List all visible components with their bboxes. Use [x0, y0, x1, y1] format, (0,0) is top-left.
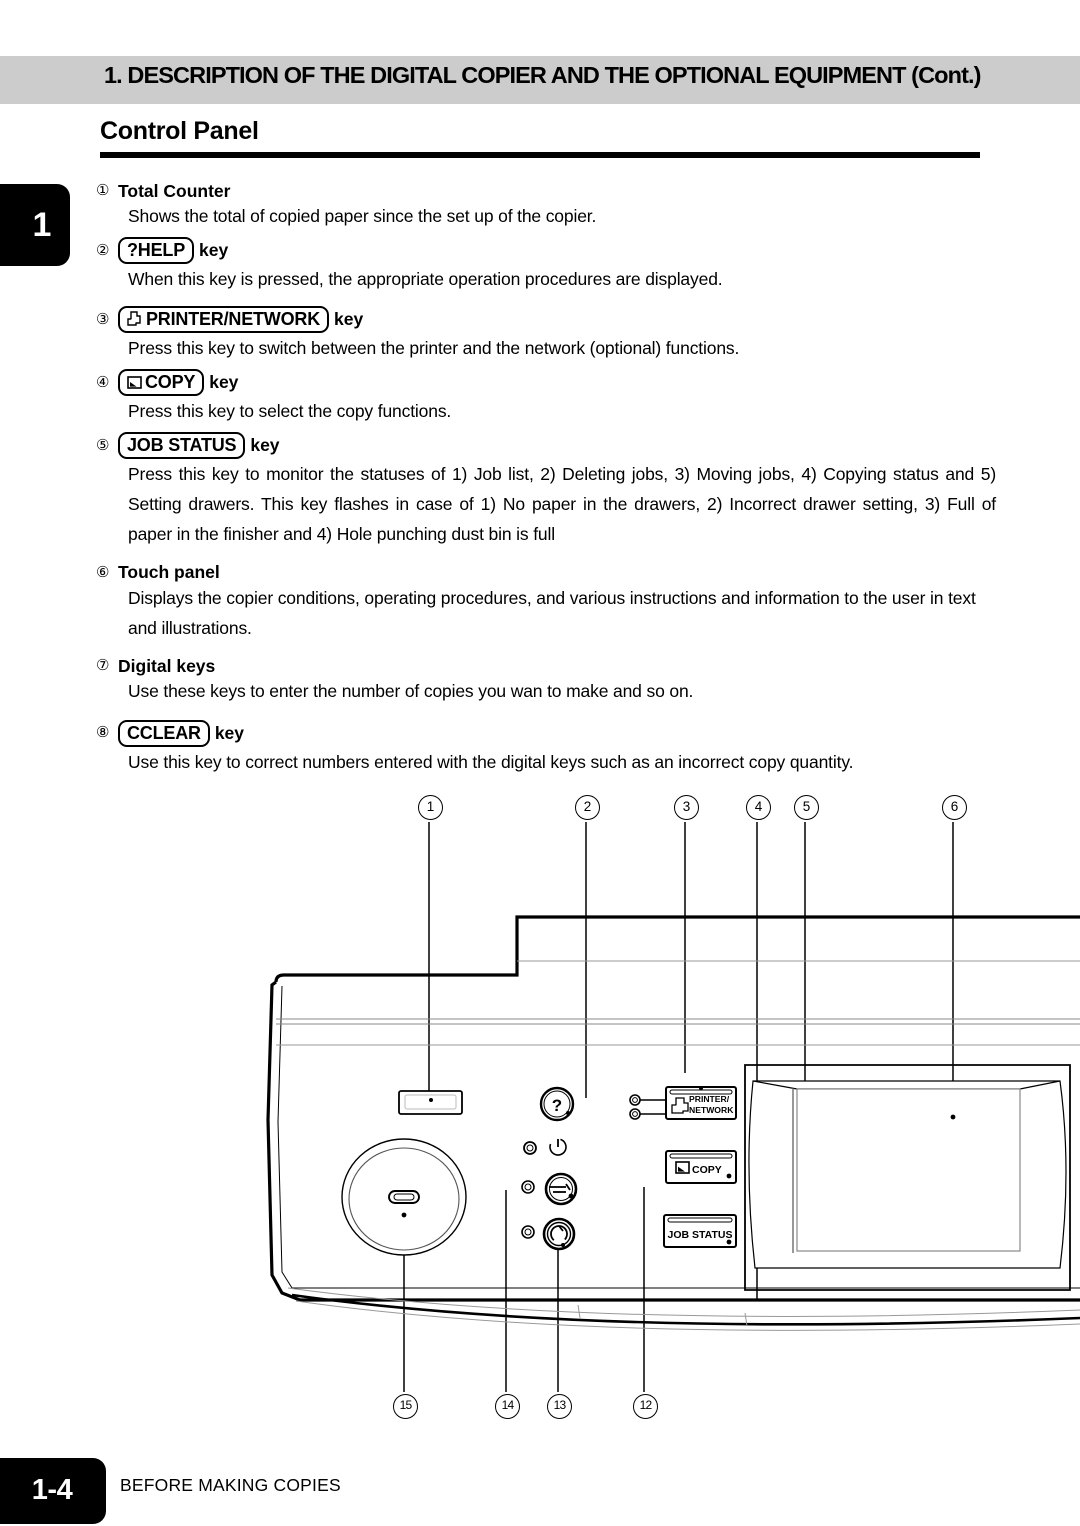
energy-saver-key[interactable]: [544, 1172, 578, 1206]
list-item: ⑥ Touch panel Displays the copier condit…: [96, 562, 996, 642]
callout-12: 12: [633, 1394, 658, 1419]
svg-text:COPY: COPY: [692, 1164, 722, 1176]
dial-grip-icon: [388, 1190, 420, 1204]
item-body-text: Displays the copier conditions, operatin…: [128, 587, 976, 638]
touch-panel[interactable]: [744, 1064, 1071, 1291]
list-item: ⑤ JOB STATUS key Press this key to monit…: [96, 432, 996, 549]
item-marker: ②: [96, 241, 110, 259]
key-badge-label: JOB STATUS: [127, 435, 237, 456]
callout-6: 6: [942, 795, 967, 820]
item-body-text: Press this key to switch between the pri…: [128, 338, 740, 359]
item-marker: ⑥: [96, 563, 110, 581]
copy-icon: [127, 375, 142, 389]
callout-1: 1: [418, 795, 443, 820]
printer-network-button[interactable]: PRINTER/ NETWORK: [665, 1086, 737, 1120]
power-icon: [549, 1138, 567, 1156]
item-body-text: Shows the total of copied paper since th…: [128, 206, 597, 227]
item-heading: ⑤ JOB STATUS key: [96, 432, 996, 460]
item-heading: ⑦ Digital keys: [96, 655, 996, 676]
key-badge-help: ?HELP: [118, 237, 195, 265]
callout-13: 13: [547, 1394, 572, 1419]
item-heading: ⑥ Touch panel: [96, 562, 996, 583]
total-counter-window: [398, 1090, 463, 1115]
key-badge-label: PRINTER/NETWORK: [146, 309, 320, 330]
indicator-lamps: [629, 1094, 668, 1120]
key-badge-label: ?HELP: [127, 240, 186, 261]
key-badge-cclear: CCLEAR: [118, 719, 210, 747]
item-marker: ⑧: [96, 724, 110, 741]
item-body-text: Press this key to select the copy functi…: [128, 401, 452, 422]
item-heading-suffix: key: [250, 435, 280, 456]
footer-section-label: BEFORE MAKING COPIES: [120, 1475, 341, 1495]
item-heading-suffix: key: [334, 309, 364, 330]
item-body-text: Use these keys to enter the number of co…: [128, 680, 694, 701]
list-item: ① Total Counter Shows the total of copie…: [96, 181, 996, 231]
item-body-text: Press this key to monitor the statuses o…: [128, 464, 996, 545]
copy-button[interactable]: COPY: [665, 1150, 737, 1184]
list-item: ③ PRINTER/NETWORK key Press this key to …: [96, 306, 996, 363]
callout-15: 15: [393, 1394, 418, 1419]
job-status-button[interactable]: JOB STATUS: [663, 1214, 737, 1248]
section-underline: [100, 152, 980, 158]
item-heading-suffix: key: [199, 240, 229, 261]
svg-text:NETWORK: NETWORK: [689, 1105, 734, 1115]
callout-2: 2: [575, 795, 600, 820]
key-badge-label: CCLEAR: [127, 722, 201, 743]
item-heading-text: Digital keys: [118, 655, 216, 676]
key-badge-label: COPY: [145, 372, 196, 393]
footer-page-number: 1-4: [31, 1474, 73, 1506]
callout-14: 14: [495, 1394, 520, 1419]
item-marker: ③: [96, 310, 110, 328]
item-marker: ⑦: [96, 656, 110, 674]
item-heading: ④ COPY key: [96, 369, 996, 397]
list-item: ⑦ Digital keys Use these keys to enter t…: [96, 655, 996, 706]
svg-text:?: ?: [552, 1096, 562, 1115]
item-marker: ④: [96, 373, 110, 391]
item-heading-suffix: key: [209, 372, 239, 393]
item-heading: ① Total Counter: [96, 181, 996, 201]
key-badge-job-status: JOB STATUS: [118, 432, 246, 460]
control-panel-description-list: ① Total Counter Shows the total of copie…: [96, 181, 996, 777]
item-heading-text: Touch panel: [118, 562, 220, 583]
item-marker: ⑤: [96, 436, 110, 454]
svg-text:JOB STATUS: JOB STATUS: [668, 1229, 733, 1241]
callout-3: 3: [674, 795, 699, 820]
control-panel-figure: ? PRINTER/ NETWORK COPY JOB STATUS 1 2 3…: [0, 760, 1080, 1440]
callout-4: 4: [746, 795, 771, 820]
key-badge-copy: COPY: [118, 369, 205, 397]
item-marker: ①: [96, 182, 110, 200]
copy-icon: [675, 1161, 690, 1174]
chapter-tab-number: 1: [32, 206, 52, 244]
item-heading-text: Total Counter: [118, 181, 231, 201]
svg-text:PRINTER/: PRINTER/: [689, 1094, 730, 1104]
item-heading: ② ?HELP key: [96, 237, 996, 265]
start-dial[interactable]: [341, 1138, 467, 1256]
item-heading: ⑧ CCLEAR key: [96, 719, 996, 747]
item-heading-suffix: key: [214, 722, 245, 743]
control-panel-illustration: ? PRINTER/ NETWORK COPY JOB STATUS: [266, 822, 1080, 1392]
panel-function-keys[interactable]: [521, 1137, 578, 1251]
printer-icon: [127, 311, 143, 327]
callout-5: 5: [794, 795, 819, 820]
page-title: 1. DESCRIPTION OF THE DIGITAL COPIER AND…: [104, 62, 981, 88]
list-item: ② ?HELP key When this key is pressed, th…: [96, 237, 996, 294]
item-body-text: When this key is pressed, the appropriat…: [128, 269, 723, 290]
interrupt-key[interactable]: [542, 1217, 576, 1251]
help-key[interactable]: ?: [539, 1086, 575, 1122]
list-item: ④ COPY key Press this key to select the …: [96, 369, 996, 426]
key-badge-printer-network: PRINTER/NETWORK: [118, 306, 329, 334]
item-heading: ③ PRINTER/NETWORK key: [96, 306, 996, 334]
section-title: Control Panel: [100, 117, 259, 145]
